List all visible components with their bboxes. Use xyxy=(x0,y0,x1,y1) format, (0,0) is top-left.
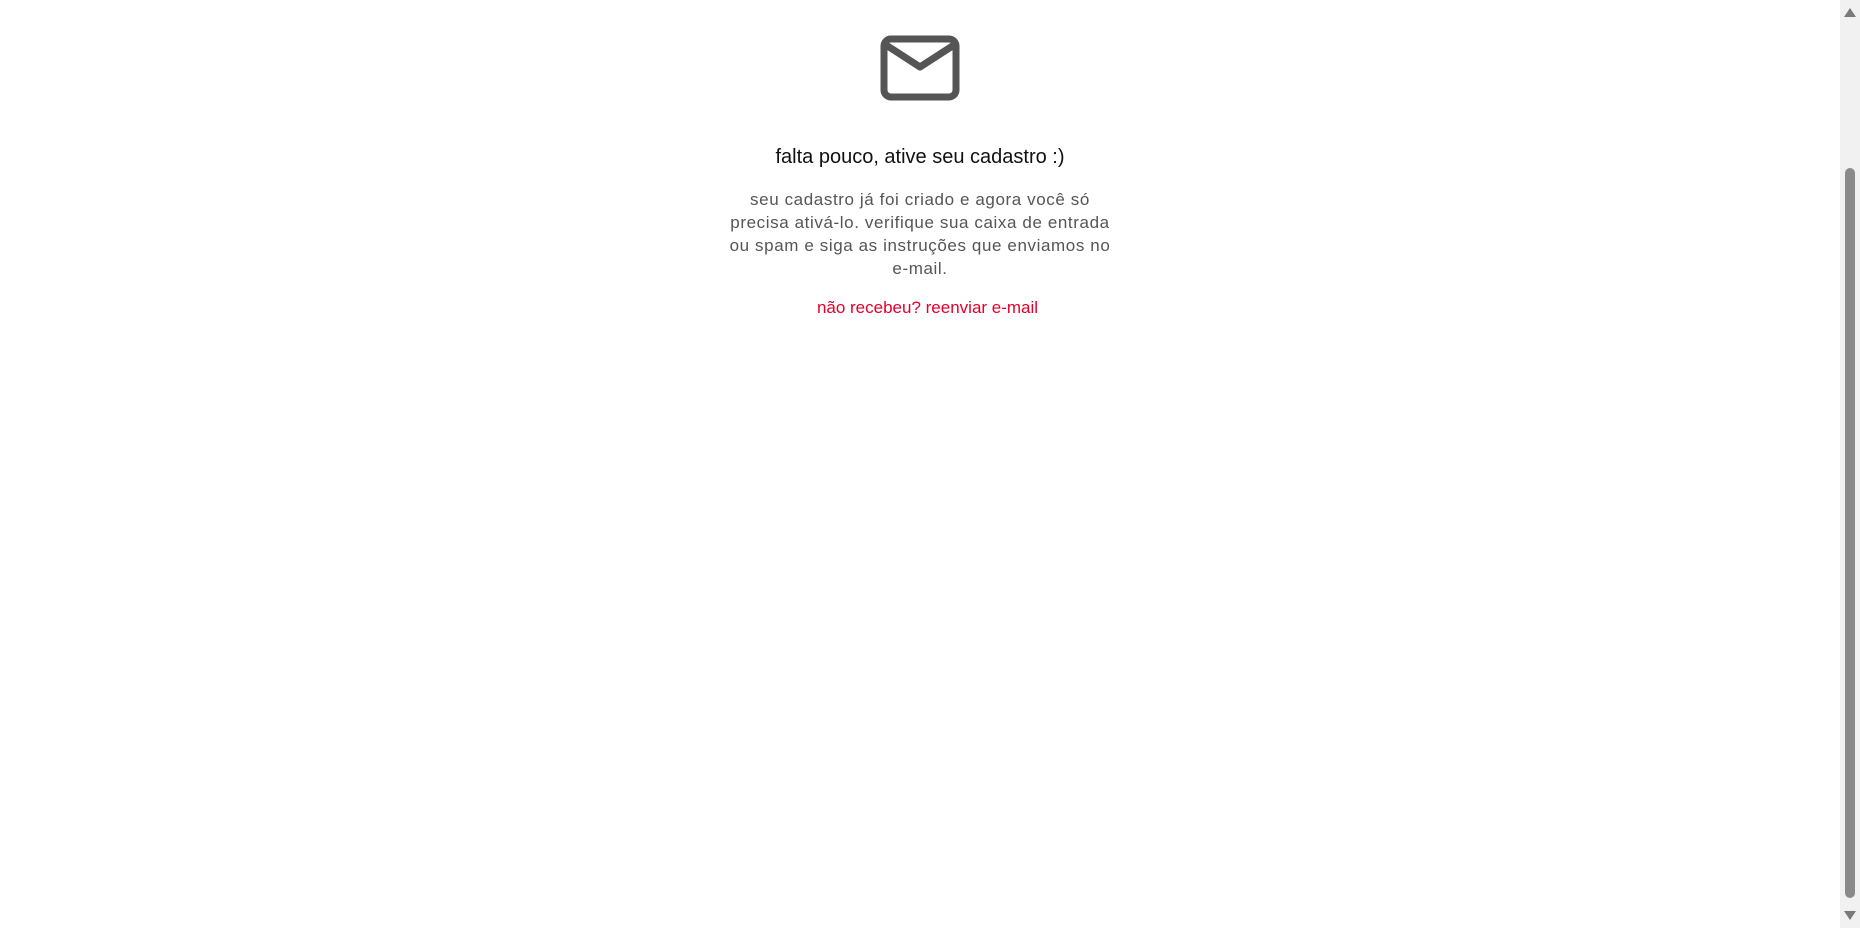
resend-email-link[interactable]: não recebeu? reenviar e-mail xyxy=(720,297,1135,319)
page-title: falta pouco, ative seu cadastro :) xyxy=(775,146,1065,168)
scroll-up-arrow-icon[interactable] xyxy=(1844,8,1856,17)
activation-instructions: seu cadastro já foi criado e agora você … xyxy=(729,190,1111,278)
scrollbar-thumb[interactable] xyxy=(1845,168,1855,898)
scroll-down-arrow-icon[interactable] xyxy=(1844,911,1856,920)
page: falta pouco, ative seu cadastro :) seu c… xyxy=(0,0,1860,928)
mail-envelope-icon xyxy=(880,35,960,101)
vertical-scrollbar[interactable] xyxy=(1840,0,1860,928)
